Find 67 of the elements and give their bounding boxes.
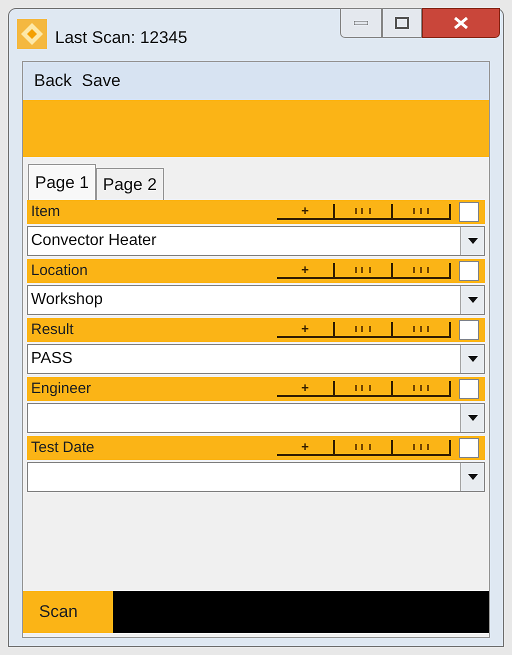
- add-button[interactable]: +: [277, 204, 335, 220]
- field-label: Result: [31, 320, 75, 340]
- tick-marks-icon: [352, 266, 374, 274]
- window-title: Last Scan: 12345: [55, 27, 188, 49]
- checkbox[interactable]: [459, 438, 479, 458]
- checkbox[interactable]: [459, 379, 479, 399]
- tick-button[interactable]: [335, 263, 393, 279]
- tick-marks-icon: [352, 384, 374, 392]
- tick-marks-icon: [352, 207, 374, 215]
- tick-marks-icon: [352, 325, 374, 333]
- tick-button[interactable]: [335, 204, 393, 220]
- tick-marks-icon: [410, 207, 432, 215]
- dropdown-arrow-button[interactable]: [460, 463, 484, 491]
- caret-icon: [468, 356, 478, 362]
- caret-icon: [468, 238, 478, 244]
- menu-item[interactable]: Back: [31, 68, 75, 94]
- caret-icon: [468, 415, 478, 421]
- caret-icon: [468, 297, 478, 303]
- dropdown-field[interactable]: Convector Heater: [27, 226, 485, 256]
- tick-button[interactable]: [393, 204, 451, 220]
- dropdown-arrow-button[interactable]: [460, 286, 484, 314]
- tick-button[interactable]: [335, 381, 393, 397]
- tick-marks-icon: [410, 384, 432, 392]
- tick-button[interactable]: [393, 440, 451, 456]
- checkbox[interactable]: [459, 320, 479, 340]
- dropdown-field[interactable]: [27, 403, 485, 433]
- dropdown-field[interactable]: Workshop: [27, 285, 485, 315]
- dropdown-arrow-button[interactable]: [460, 345, 484, 373]
- checkbox[interactable]: [459, 261, 479, 281]
- tick-button[interactable]: [393, 381, 451, 397]
- minimize-button[interactable]: [340, 8, 382, 38]
- add-button[interactable]: +: [277, 381, 335, 397]
- maximize-icon: [395, 17, 409, 29]
- dropdown-arrow-button[interactable]: [460, 227, 484, 255]
- dropdown-value: Convector Heater: [30, 231, 158, 251]
- maximize-button[interactable]: [382, 8, 422, 38]
- dropdown-arrow-button[interactable]: [460, 404, 484, 432]
- scan-input-field[interactable]: [113, 591, 489, 633]
- dropdown-field[interactable]: PASS: [27, 344, 485, 374]
- close-icon: [453, 16, 469, 30]
- add-button[interactable]: +: [277, 263, 335, 279]
- field-label: Engineer: [31, 378, 92, 399]
- dropdown-value: Workshop: [30, 290, 104, 310]
- minimize-icon: [354, 21, 368, 25]
- menu-item[interactable]: Save: [78, 68, 124, 94]
- tick-button[interactable]: [335, 440, 393, 456]
- close-button[interactable]: [422, 8, 500, 38]
- tick-marks-icon: [410, 266, 432, 274]
- tick-button[interactable]: [393, 263, 451, 279]
- caret-icon: [468, 474, 478, 480]
- field-label: Test Date: [31, 438, 96, 458]
- tab[interactable]: Page 2: [96, 168, 164, 200]
- tick-button[interactable]: [335, 322, 393, 338]
- tick-marks-icon: [352, 443, 374, 451]
- scan-button[interactable]: Scan: [23, 591, 113, 633]
- tick-button[interactable]: [393, 322, 451, 338]
- app-logo-icon: [17, 19, 47, 49]
- tab[interactable]: Page 1: [28, 164, 96, 200]
- dropdown-value: PASS: [30, 349, 74, 369]
- checkbox[interactable]: [459, 202, 479, 222]
- add-button[interactable]: +: [277, 322, 335, 338]
- add-button[interactable]: +: [277, 440, 335, 456]
- field-label: Location: [31, 260, 89, 281]
- tick-marks-icon: [410, 325, 432, 333]
- dropdown-field[interactable]: [27, 462, 485, 492]
- tick-marks-icon: [410, 443, 432, 451]
- field-label: Item: [31, 202, 62, 222]
